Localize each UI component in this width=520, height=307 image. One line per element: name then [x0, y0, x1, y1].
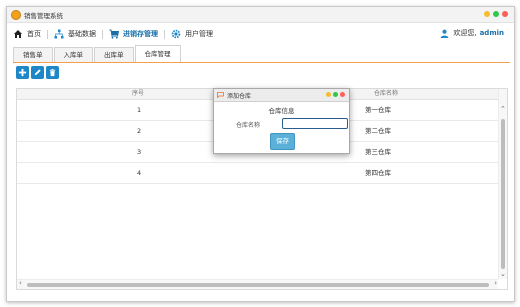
home-icon [13, 29, 23, 39]
edit-button[interactable] [31, 66, 44, 79]
scroll-down-icon[interactable]: ⌄ [500, 270, 506, 278]
cell-warehouse-name: 第三仓库 [365, 148, 391, 156]
nav-label: 用户管理 [185, 30, 213, 38]
horizontal-scrollbar[interactable]: ‹ › [17, 279, 498, 289]
tab-outbound-order[interactable]: 出库单 [94, 47, 134, 62]
cell-warehouse-name: 第一仓库 [365, 106, 391, 114]
column-header-index: 序号 [132, 90, 145, 97]
tab-sales-order[interactable]: 销售单 [13, 47, 53, 62]
user-info[interactable]: 欢迎您, admin [440, 28, 504, 38]
user-icon [440, 29, 449, 38]
scroll-right-icon[interactable]: › [494, 279, 497, 287]
save-button[interactable]: 保存 [270, 133, 295, 150]
cell-index: 1 [137, 106, 142, 114]
username: admin [479, 29, 504, 37]
scroll-up-icon[interactable]: ⌃ [500, 105, 506, 113]
app-window: 销售管理系统 首页 基础数据 进销存管理 用户管理 欢迎您, admin 销售单… [6, 6, 515, 302]
cart-icon [109, 29, 119, 39]
table-row[interactable]: 4 第四仓库 [17, 163, 498, 184]
toolbar [16, 66, 59, 79]
cell-index: 2 [137, 127, 142, 135]
vertical-scrollbar[interactable]: ⌃ ⌄ [498, 89, 507, 279]
nav-item-base-data[interactable]: 基础数据 [48, 29, 102, 39]
edit-icon [33, 68, 42, 77]
app-logo-icon [11, 9, 21, 20]
welcome-text: 欢迎您, [453, 29, 477, 37]
dialog-title-bar[interactable]: 添加仓库 [214, 89, 349, 102]
cell-index: 4 [137, 169, 142, 177]
delete-icon [48, 68, 57, 77]
warehouse-name-input[interactable] [282, 118, 348, 129]
window-controls [484, 11, 508, 17]
cell-warehouse-name: 第二仓库 [365, 127, 391, 135]
tab-underline [13, 62, 510, 63]
window-title: 销售管理系统 [24, 11, 63, 20]
tab-bar: 销售单 入库单 出库单 仓库管理 [13, 44, 514, 62]
dialog-app-icon [217, 92, 224, 98]
close-button[interactable] [502, 11, 508, 17]
dialog-heading: 仓库信息 [268, 107, 295, 115]
nav-item-home[interactable]: 首页 [7, 29, 47, 39]
tab-inbound-order[interactable]: 入库单 [53, 47, 93, 62]
main-nav: 首页 基础数据 进销存管理 用户管理 欢迎您, admin [7, 23, 514, 45]
sitemap-icon [54, 29, 64, 39]
cell-warehouse-name: 第四仓库 [365, 169, 391, 177]
dialog-window-controls [326, 92, 345, 97]
scroll-left-icon[interactable]: ‹ [19, 279, 22, 287]
tab-warehouse-management[interactable]: 仓库管理 [134, 45, 181, 62]
maximize-button[interactable] [493, 11, 499, 17]
title-bar: 销售管理系统 [7, 7, 514, 23]
cell-index: 3 [137, 148, 142, 156]
dialog-title: 添加仓库 [227, 92, 252, 100]
minimize-button[interactable] [484, 11, 490, 17]
nav-label: 首页 [27, 30, 41, 38]
delete-button[interactable] [46, 66, 59, 79]
nav-label: 基础数据 [68, 30, 96, 38]
column-header-warehouse-name: 仓库名称 [374, 90, 399, 97]
nav-item-user-management[interactable]: 用户管理 [165, 29, 219, 39]
add-warehouse-dialog: 添加仓库 仓库信息 仓库名称 保存 [213, 88, 350, 154]
warehouse-name-label: 仓库名称 [236, 122, 261, 129]
horizontal-scroll-thumb[interactable] [27, 283, 489, 287]
dialog-maximize-button[interactable] [333, 92, 338, 97]
nav-label: 进销存管理 [123, 30, 158, 38]
nav-item-inventory[interactable]: 进销存管理 [103, 29, 164, 39]
dialog-minimize-button[interactable] [326, 92, 331, 97]
add-button[interactable] [16, 66, 29, 79]
gear-icon [171, 29, 181, 39]
vertical-scroll-thumb[interactable] [501, 119, 505, 269]
add-icon [18, 68, 27, 77]
dialog-close-button[interactable] [340, 92, 345, 97]
